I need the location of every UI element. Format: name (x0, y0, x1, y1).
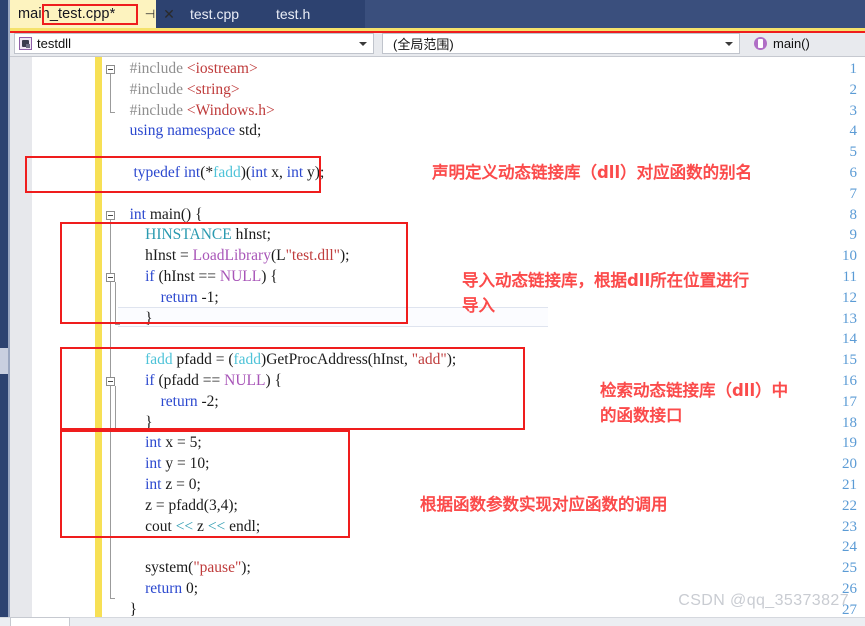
tab-main-test-cpp[interactable]: main_test.cpp* (10, 0, 156, 28)
code-line-25: system("pause"); (118, 559, 251, 577)
code-line-18: } (118, 413, 153, 431)
visual-studio-window: main_test.cpp* ⊣ ✕ test.cpp test.h testd… (0, 0, 865, 626)
code-line-26: return 0; (145, 580, 199, 597)
code-line-20: int y = 10; (145, 455, 210, 473)
note-function-call: 根据函数参数实现对应函数的调用 (420, 495, 668, 514)
project-dropdown[interactable]: testdll (14, 33, 374, 54)
code-line-9: HINSTANCE hInst; (145, 226, 271, 244)
code-line-17: return -2; (160, 392, 219, 410)
navigation-bar: testdll (全局范围) main() (10, 31, 865, 57)
code-line-21: int z = 0; (145, 476, 201, 493)
code-line-3: #include <Windows.h> (129, 101, 275, 119)
project-dropdown-label: testdll (37, 36, 71, 51)
fold-toggle-if-pfadd[interactable] (106, 377, 115, 386)
code-line-6: typedef int(*fadd)(int x, int y); (133, 164, 325, 181)
code-line-8: int main() { (129, 205, 203, 223)
code-line-1: #include <iostream> (129, 60, 258, 77)
pin-icon[interactable]: ⊣ (141, 0, 159, 28)
tab-test-cpp[interactable]: test.cpp (180, 0, 252, 28)
tab-strip-empty-area (365, 0, 865, 28)
member-dropdown[interactable]: main() (746, 33, 865, 54)
code-line-10: hInst = LoadLibrary(L"test.dll"); (118, 247, 350, 265)
code-line-13: } (118, 309, 153, 327)
fold-guide-includes (110, 74, 111, 112)
left-dock-tab[interactable] (0, 348, 8, 374)
note-loadlibrary: 导入动态链接库，根据dll所在位置进行 导入 (462, 271, 750, 315)
scope-dropdown[interactable]: (全局范围) (382, 33, 740, 54)
bottom-tab-corner[interactable] (10, 617, 70, 626)
note-getprocaddress: 检索动态链接库（dll）中 的函数接口 (600, 381, 789, 425)
fold-guide-end-main (110, 598, 115, 599)
tab-test-h[interactable]: test.h (266, 0, 342, 28)
code-line-12: return -1; (160, 288, 219, 306)
code-editor[interactable]: 1 2 3 4 5 6 7 8 9 10 11 12 13 14 15 16 1… (10, 57, 865, 618)
note-typedef: 声明定义动态链接库（dll）对应函数的别名 (432, 163, 753, 182)
fold-guide-if-hinst (115, 282, 116, 324)
fold-guide-end-includes (110, 112, 115, 113)
tab-test-cpp-label: test.cpp (190, 6, 240, 22)
code-line-19: int x = 5; (145, 434, 202, 452)
code-line-16: if (pfadd == NULL) { (145, 372, 282, 389)
chevron-down-icon (725, 41, 733, 46)
code-line-4: using namespace std; (129, 122, 262, 140)
code-line-2: #include <string> (129, 80, 240, 98)
line-number-gutter (32, 57, 92, 618)
code-line-22: z = pfadd(3,4); (118, 496, 238, 514)
navbar-top-red-line (10, 31, 865, 33)
close-icon[interactable]: ✕ (160, 0, 178, 28)
fold-guide-if-pfadd (115, 386, 116, 428)
project-icon (19, 37, 32, 50)
code-line-23: cout << z << endl; (118, 517, 261, 535)
editor-indicator-margin[interactable] (10, 57, 32, 618)
left-dock-rail (0, 0, 8, 626)
change-indicator-bar (95, 57, 102, 618)
method-icon (754, 37, 767, 50)
watermark: CSDN @qq_35373827 (678, 592, 849, 609)
status-strip (0, 617, 865, 626)
document-tab-strip: main_test.cpp* ⊣ ✕ test.cpp test.h (10, 0, 865, 28)
scope-dropdown-label: (全局范围) (393, 37, 454, 52)
tab-main-test-cpp-label: main_test.cpp* (18, 5, 116, 22)
code-line-15: fadd pfadd = (fadd)GetProcAddress(hInst,… (145, 351, 457, 369)
member-dropdown-label: main() (773, 36, 810, 51)
tab-test-h-label: test.h (276, 6, 311, 22)
code-text[interactable]: #include <iostream> #include <string> #i… (118, 57, 865, 618)
code-line-27: } (118, 600, 138, 618)
fold-toggle-main[interactable] (106, 211, 115, 220)
code-line-11: if (hInst == NULL) { (145, 268, 278, 285)
fold-toggle-includes[interactable] (106, 65, 115, 74)
chevron-down-icon (359, 41, 367, 46)
fold-toggle-if-hinst[interactable] (106, 273, 115, 282)
